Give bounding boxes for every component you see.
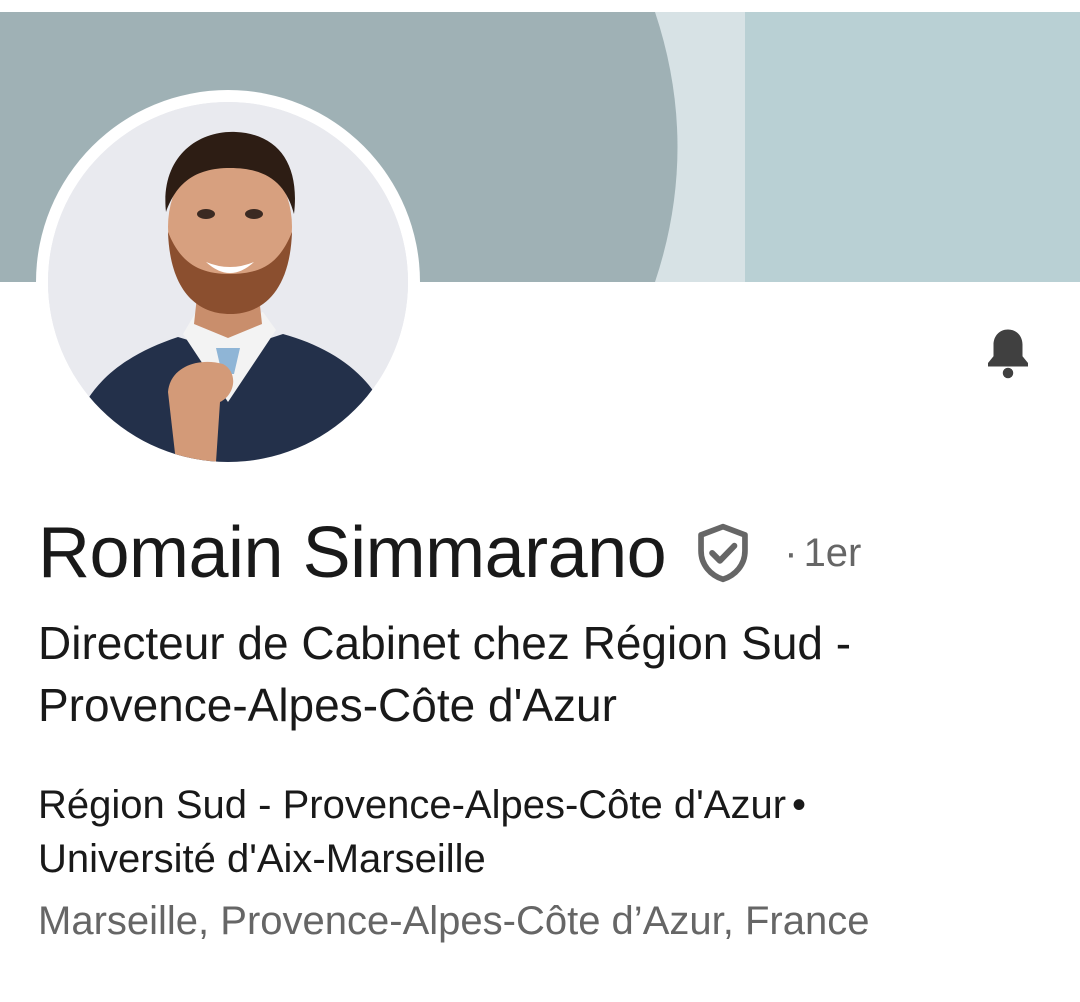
bell-icon	[988, 329, 1028, 379]
profile-headline: Directeur de Cabinet chez Région Sud - P…	[38, 617, 852, 731]
profile-name: Romain Simmarano	[38, 513, 667, 593]
degree-separator: ·	[784, 530, 798, 575]
current-company-link[interactable]: Région Sud - Provence-Alpes-Côte d'Azur	[38, 783, 786, 827]
connection-degree: · 1er	[784, 531, 861, 576]
info-separator: •	[792, 783, 807, 827]
shield-check-icon[interactable]	[692, 522, 754, 584]
current-position: Région Sud - Provence-Alpes-Côte d'Azur •…	[38, 778, 1048, 886]
degree-label: 1er	[803, 530, 862, 575]
education-link[interactable]: Université d'Aix-Marseille	[38, 837, 486, 881]
notifications-button[interactable]	[976, 322, 1040, 386]
name-row: Romain Simmarano · 1er	[38, 512, 861, 594]
status-bar-strip	[0, 0, 1080, 12]
avatar[interactable]	[48, 102, 408, 462]
profile-location: Marseille, Provence-Alpes-Côte d’Azur, F…	[38, 899, 870, 943]
